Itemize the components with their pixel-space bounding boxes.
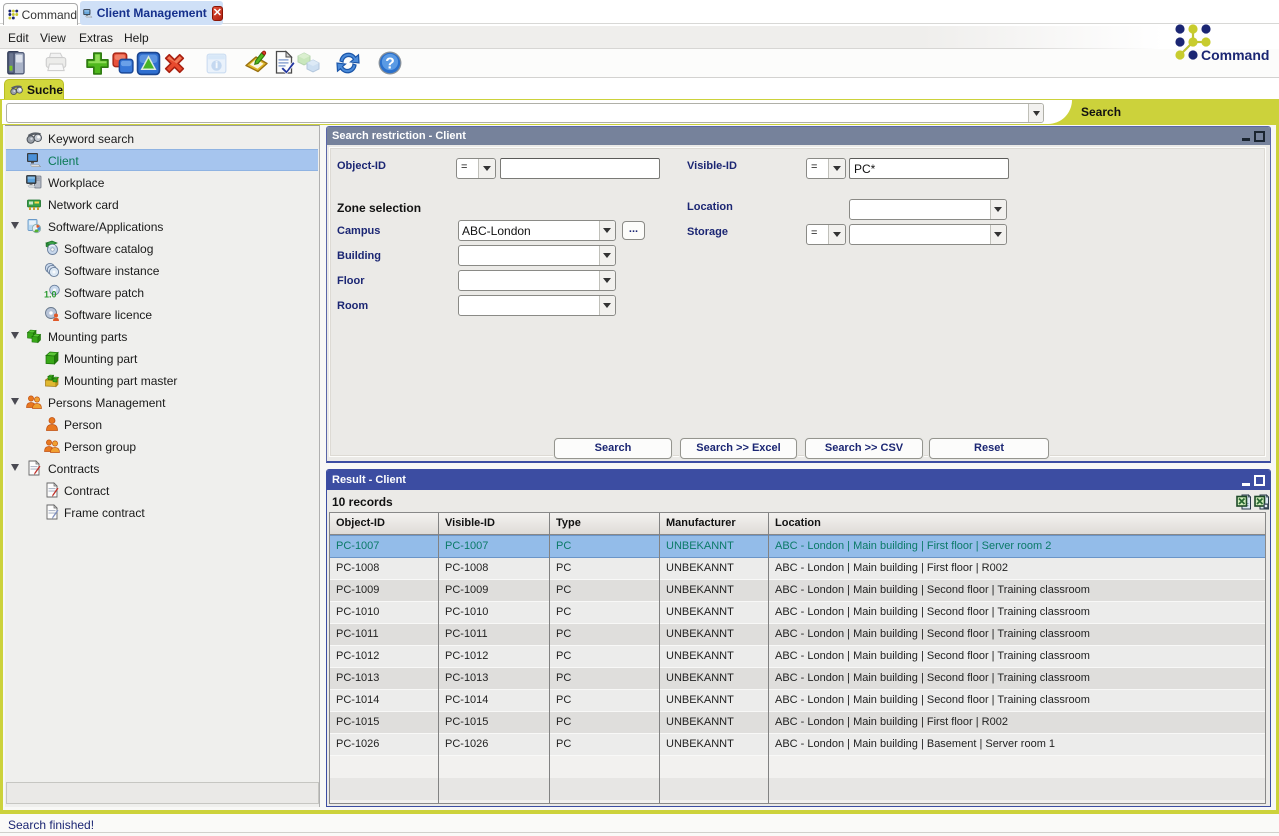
svg-text:?: ? [385, 56, 395, 73]
svg-text:Command: Command [1201, 47, 1269, 63]
svg-text:1.0: 1.0 [44, 290, 57, 300]
